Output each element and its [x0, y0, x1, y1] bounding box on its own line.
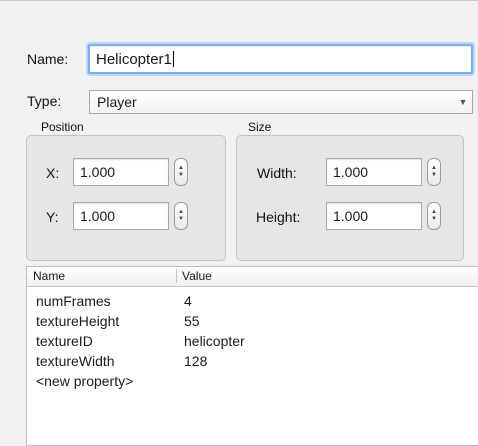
properties-table[interactable]: Name Value numFrames 4 textureHeight 55 …	[26, 266, 478, 446]
x-stepper[interactable]: ▲ ▼	[174, 158, 188, 186]
type-select-value: Player	[97, 94, 137, 110]
position-group-title: Position	[41, 120, 84, 134]
property-value: 4	[184, 293, 192, 309]
type-label: Type:	[27, 93, 62, 109]
table-header: Name Value	[27, 267, 478, 287]
stepper-up-icon: ▲	[178, 209, 184, 215]
table-row[interactable]: numFrames 4	[27, 291, 478, 311]
name-input-value: Helicopter1	[96, 50, 172, 68]
width-stepper[interactable]: ▲ ▼	[427, 158, 441, 186]
position-group	[26, 135, 226, 261]
stepper-down-icon: ▼	[431, 216, 437, 222]
y-input-value: 1.000	[80, 208, 116, 224]
size-group-title: Size	[248, 120, 272, 134]
chevron-down-icon: ▼	[458, 97, 468, 107]
property-name: textureHeight	[36, 313, 120, 329]
table-body: numFrames 4 textureHeight 55 textureID h…	[27, 287, 478, 391]
x-label: X:	[46, 165, 60, 181]
y-input[interactable]: 1.000	[73, 202, 169, 230]
height-label: Height:	[256, 209, 301, 225]
height-input-value: 1.000	[333, 208, 369, 224]
property-value: 128	[184, 353, 208, 369]
width-input[interactable]: 1.000	[326, 158, 422, 186]
column-divider[interactable]	[176, 269, 177, 283]
column-header-value[interactable]: Value	[182, 269, 212, 283]
property-name: textureID	[36, 333, 93, 349]
property-value: 55	[184, 313, 200, 329]
y-label: Y:	[46, 209, 59, 225]
new-property-placeholder: <new property>	[36, 373, 134, 389]
x-input[interactable]: 1.000	[73, 158, 169, 186]
table-row[interactable]: textureHeight 55	[27, 311, 478, 331]
stepper-up-icon: ▲	[431, 209, 437, 215]
window-top-border	[0, 0, 478, 1]
table-row[interactable]: textureWidth 128	[27, 351, 478, 371]
y-stepper[interactable]: ▲ ▼	[174, 202, 188, 230]
type-select[interactable]: Player ▼	[89, 90, 473, 114]
column-header-name[interactable]: Name	[33, 269, 65, 283]
size-group	[236, 135, 464, 261]
width-label: Width:	[257, 165, 297, 181]
stepper-down-icon: ▼	[178, 216, 184, 222]
property-value: helicopter	[184, 333, 245, 349]
stepper-up-icon: ▲	[431, 165, 437, 171]
x-input-value: 1.000	[80, 164, 116, 180]
stepper-down-icon: ▼	[431, 172, 437, 178]
text-caret	[172, 51, 174, 67]
width-input-value: 1.000	[333, 164, 369, 180]
stepper-up-icon: ▲	[178, 165, 184, 171]
new-property-row[interactable]: <new property>	[27, 371, 478, 391]
table-row[interactable]: textureID helicopter	[27, 331, 478, 351]
height-input[interactable]: 1.000	[326, 202, 422, 230]
name-label: Name:	[27, 51, 69, 67]
height-stepper[interactable]: ▲ ▼	[427, 202, 441, 230]
property-name: textureWidth	[36, 353, 115, 369]
name-input[interactable]: Helicopter1	[88, 44, 473, 74]
property-name: numFrames	[36, 293, 111, 309]
stepper-down-icon: ▼	[178, 172, 184, 178]
